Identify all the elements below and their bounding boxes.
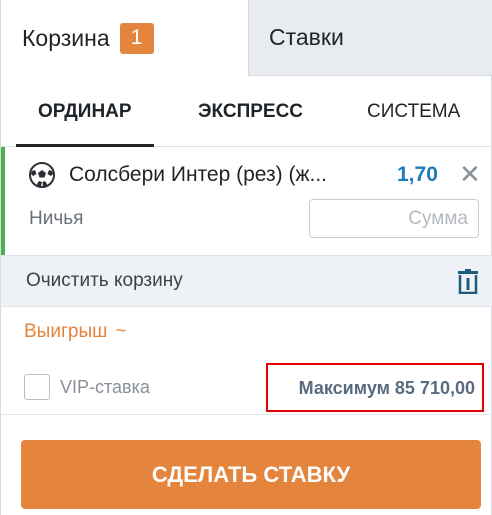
odds-value: 1,70 [397, 163, 438, 186]
tab-system[interactable]: СИСТЕМА [367, 76, 460, 147]
trash-icon[interactable] [457, 269, 479, 294]
divider [1, 414, 492, 415]
cart-count-badge: 1 [119, 22, 154, 54]
tab-single[interactable]: ОРДИНАР [16, 76, 154, 147]
bet-item: Солсбери Интер (рез) (ж... 1,70 ✕ Ничья [1, 147, 492, 255]
max-stake-highlight: Максимум 85 710,00 [266, 363, 484, 412]
tab-express[interactable]: ЭКСПРЕСС [198, 76, 303, 147]
stake-amount-input[interactable] [309, 199, 479, 238]
tab-cart-label: Корзина [22, 24, 110, 51]
soccer-ball-icon [29, 162, 55, 188]
clear-cart-label: Очистить корзину [26, 270, 183, 291]
tab-bets-label: Ставки [269, 24, 344, 50]
vip-label: VIP-ставка [60, 377, 150, 397]
win-value: ~ [115, 321, 127, 342]
close-icon[interactable]: ✕ [459, 161, 481, 187]
vip-checkbox[interactable] [24, 374, 50, 400]
win-row: Выигрыш ~ [24, 321, 126, 343]
max-stake-text: Максимум 85 710,00 [298, 378, 475, 398]
win-label: Выигрыш [24, 321, 108, 342]
clear-cart-row[interactable]: Очистить корзину [1, 255, 492, 307]
bet-type-tabs: ОРДИНАР ЭКСПРЕСС СИСТЕМА [1, 76, 492, 147]
tab-bets[interactable]: Ставки [249, 0, 492, 76]
bet-slip-panel: Корзина 1 Ставки ОРДИНАР ЭКСПРЕСС СИСТЕМ… [0, 0, 492, 515]
top-tabs: Корзина 1 Ставки [1, 0, 492, 76]
tab-cart[interactable]: Корзина 1 [1, 0, 249, 76]
bet-outcome: Ничья [29, 208, 84, 229]
place-bet-button[interactable]: СДЕЛАТЬ СТАВКУ [21, 440, 481, 509]
match-name: Солсбери Интер (рез) (ж... [69, 163, 328, 186]
